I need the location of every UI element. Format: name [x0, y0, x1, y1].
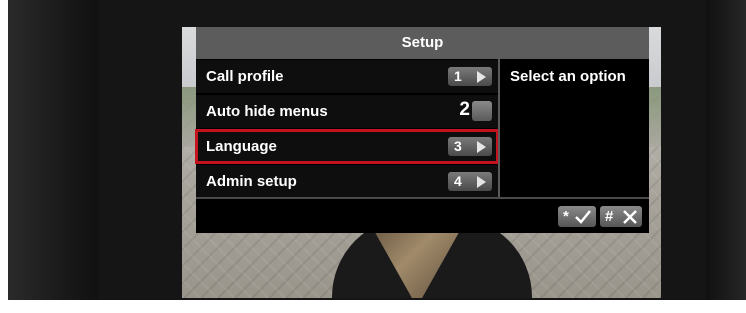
- menu-item-label: Call profile: [206, 68, 284, 85]
- device-left-edge: [8, 0, 98, 313]
- setup-panel: Setup Call profile 1 Auto hide menus 2 L…: [195, 27, 649, 233]
- menu-key-number: 1: [454, 68, 462, 84]
- menu-item-label: Language: [206, 138, 277, 155]
- menu-item-auto-hide-menus[interactable]: Auto hide menus 2: [196, 95, 498, 128]
- setup-menu: Call profile 1 Auto hide menus 2 Languag…: [195, 59, 500, 198]
- setup-title: Setup: [196, 27, 649, 59]
- star-key-label: *: [563, 208, 569, 225]
- menu-item-key[interactable]: 3: [448, 137, 492, 156]
- cancel-softkey[interactable]: #: [600, 206, 642, 227]
- arrow-right-icon: [477, 176, 486, 188]
- menu-item-label: Auto hide menus: [206, 103, 328, 120]
- menu-item-call-profile[interactable]: Call profile 1: [196, 60, 498, 93]
- arrow-right-icon: [477, 141, 486, 153]
- menu-item-label: Admin setup: [206, 173, 297, 190]
- menu-item-key[interactable]: 4: [448, 172, 492, 191]
- bezel-bottom-margin: [8, 300, 746, 313]
- hash-key-label: #: [605, 208, 614, 225]
- checkbox-key-number: 2: [459, 99, 470, 120]
- arrow-right-icon: [477, 71, 486, 83]
- checkmark-icon: [575, 210, 591, 224]
- menu-item-key[interactable]: 1: [448, 67, 492, 86]
- panel-divider: [498, 59, 500, 197]
- auto-hide-checkbox[interactable]: [472, 101, 492, 121]
- hint-text: Select an option: [510, 68, 626, 85]
- menu-key-number: 3: [454, 138, 462, 154]
- softkey-bar: * #: [196, 197, 649, 233]
- device-right-edge: [706, 0, 746, 313]
- menu-item-language[interactable]: Language 3: [195, 129, 499, 164]
- close-icon: [623, 210, 637, 224]
- confirm-softkey[interactable]: *: [558, 206, 596, 227]
- menu-item-admin-setup[interactable]: Admin setup 4: [196, 165, 498, 198]
- menu-key-number: 4: [454, 173, 462, 189]
